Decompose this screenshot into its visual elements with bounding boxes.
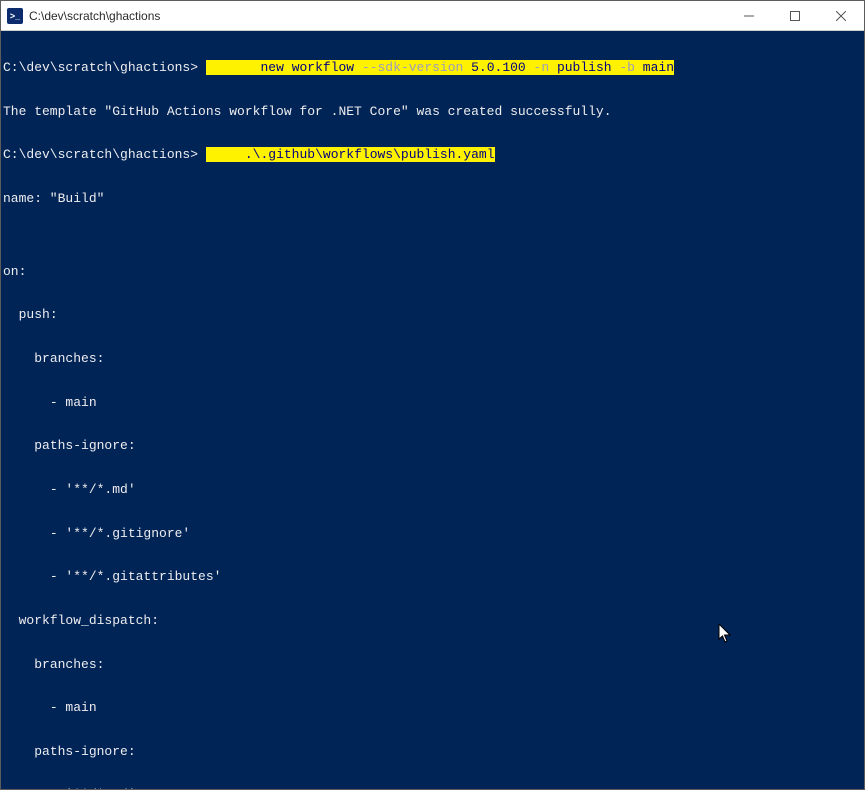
- titlebar[interactable]: >_ C:\dev\scratch\ghactions: [1, 1, 864, 31]
- yaml-line: - main: [3, 396, 862, 411]
- cmd-token: new: [253, 60, 292, 75]
- cmd-token: --sdk-version: [362, 60, 463, 75]
- yaml-line: workflow_dispatch:: [3, 614, 862, 629]
- cmd-token: -n: [534, 60, 550, 75]
- output-line: The template "GitHub Actions workflow fo…: [3, 105, 862, 120]
- cmd-token: more: [206, 147, 245, 162]
- prompt: C:\dev\scratch\ghactions>: [3, 147, 198, 162]
- cmd-token: workflow: [292, 60, 362, 75]
- yaml-line: - '**/*.gitattributes': [3, 570, 862, 585]
- close-button[interactable]: [818, 1, 864, 30]
- powershell-icon: >_: [7, 8, 23, 24]
- terminal-area[interactable]: C:\dev\scratch\ghactions> dotnet new wor…: [1, 31, 864, 789]
- yaml-line: branches:: [3, 658, 862, 673]
- yaml-line: - '**/*.gitignore': [3, 527, 862, 542]
- yaml-line: push:: [3, 308, 862, 323]
- prompt-line-1: C:\dev\scratch\ghactions> dotnet new wor…: [3, 61, 862, 76]
- window-controls: [726, 1, 864, 30]
- cmd-token: main: [635, 60, 674, 75]
- cmd-token: dotnet: [206, 60, 253, 75]
- yaml-line: paths-ignore:: [3, 745, 862, 760]
- prompt-line-2: C:\dev\scratch\ghactions> more .\.github…: [3, 148, 862, 163]
- prompt: C:\dev\scratch\ghactions>: [3, 60, 198, 75]
- cmd-token: -b: [619, 60, 635, 75]
- yaml-line: - main: [3, 701, 862, 716]
- cmd-token: publish: [549, 60, 619, 75]
- yaml-line: - '**/*.md': [3, 483, 862, 498]
- yaml-line: branches:: [3, 352, 862, 367]
- cmd-token: 5.0.100: [463, 60, 533, 75]
- powershell-window: >_ C:\dev\scratch\ghactions C:\dev\scrat…: [0, 0, 865, 790]
- yaml-line: name: "Build": [3, 192, 862, 207]
- maximize-button[interactable]: [772, 1, 818, 30]
- yaml-line: on:: [3, 265, 862, 280]
- yaml-line: paths-ignore:: [3, 439, 862, 454]
- cmd-token: .\.github\workflows\publish.yaml: [245, 147, 495, 162]
- minimize-button[interactable]: [726, 1, 772, 30]
- window-title: C:\dev\scratch\ghactions: [29, 9, 726, 23]
- yaml-line: - '**/*.md': [3, 788, 862, 789]
